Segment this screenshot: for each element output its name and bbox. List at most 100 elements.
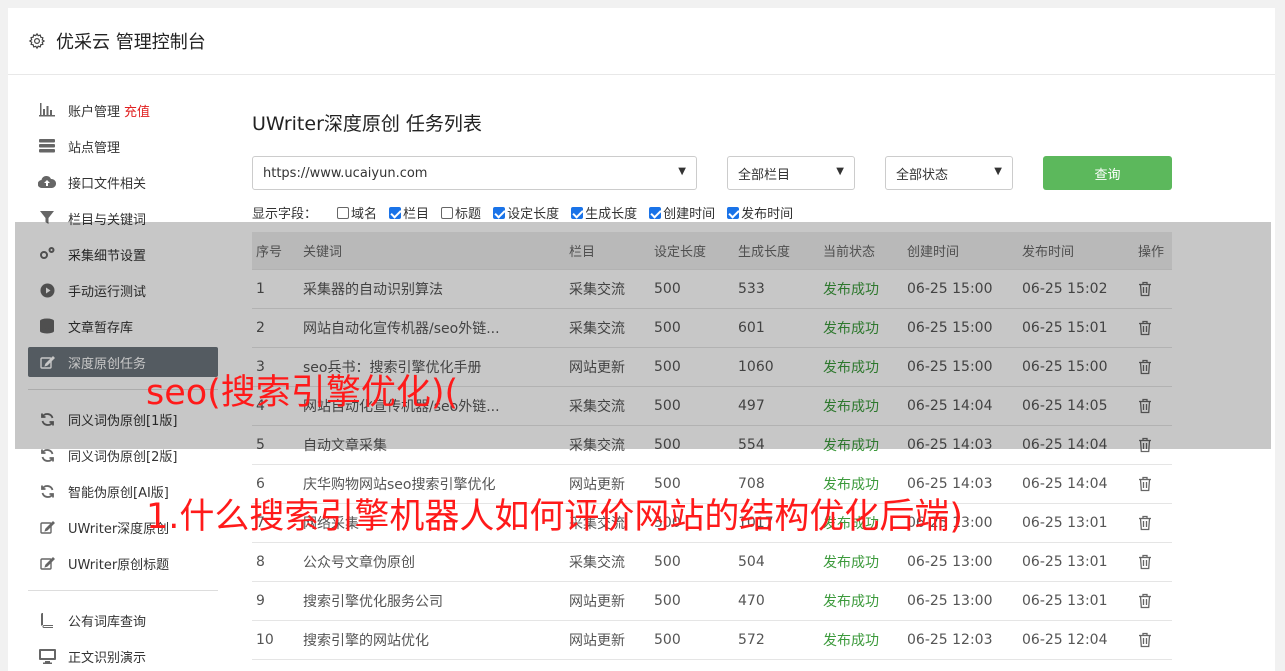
field-checkbox[interactable]: 生成长度 xyxy=(571,203,637,222)
trash-icon xyxy=(1138,632,1172,648)
server-icon xyxy=(38,138,56,154)
refresh-icon xyxy=(38,483,56,499)
display-fields-label: 显示字段： xyxy=(252,207,318,222)
table-cell: 06-25 13:00 xyxy=(907,554,993,570)
table-cell: 500 xyxy=(654,632,681,648)
chevron-down-icon: ▼ xyxy=(836,166,844,177)
display-fields: 显示字段： 域名 栏目 标题 设定长度 生成长度 创建时间 发布时间 xyxy=(252,203,805,222)
table-cell: 504 xyxy=(738,554,765,570)
sidebar-item[interactable]: 接口文件相关 xyxy=(28,167,218,197)
sidebar-item-label: UWriter原创标题 xyxy=(68,557,170,573)
table-cell: 06-25 13:00 xyxy=(907,593,993,609)
field-checkbox[interactable]: 域名 xyxy=(337,203,377,222)
monitor-icon xyxy=(38,648,56,664)
status-select[interactable]: 全部状态 ▼ xyxy=(885,156,1013,190)
bar-chart-icon xyxy=(38,102,56,118)
table-cell: 10 xyxy=(256,632,274,648)
table-cell: 网站更新 xyxy=(569,633,625,649)
checkbox-box[interactable] xyxy=(493,206,506,219)
column-select-value: 全部栏目 xyxy=(738,167,791,183)
field-checkbox-label: 创建时间 xyxy=(663,207,716,222)
trash-icon xyxy=(1138,554,1172,570)
table-cell: 采集交流 xyxy=(569,555,625,571)
edit-icon xyxy=(38,555,56,571)
page-title: UWriter深度原创 任务列表 xyxy=(252,113,482,135)
table-cell: 500 xyxy=(654,593,681,609)
sidebar-item[interactable]: 公有词库查询 xyxy=(28,605,218,635)
sidebar-item[interactable]: 账户管理 充值 xyxy=(28,95,218,125)
table-cell: 470 xyxy=(738,593,765,609)
sidebar-item-label: 账户管理 xyxy=(68,104,121,120)
site-select-value: https://www.ucaiyun.com xyxy=(263,165,428,181)
checkbox-box[interactable] xyxy=(389,206,402,219)
table-cell: 06-25 14:04 xyxy=(1022,476,1108,492)
sidebar-item[interactable]: 正文识别演示 xyxy=(28,641,218,671)
table-cell: 06-25 12:04 xyxy=(1022,632,1108,648)
field-checkbox-label: 设定长度 xyxy=(507,207,560,222)
table-cell: 发布成功 xyxy=(823,633,879,649)
sidebar-item[interactable]: 站点管理 xyxy=(28,131,218,161)
table-cell: 网站更新 xyxy=(569,594,625,610)
table-cell: 9 xyxy=(256,593,265,609)
delete-button[interactable] xyxy=(1138,593,1172,609)
table-row: 10 搜索引擎的网站优化 网站更新 500 572 发布成功 06-25 12:03 06-2… xyxy=(252,621,1172,660)
checkbox-box[interactable] xyxy=(571,206,584,219)
book-icon xyxy=(38,612,56,628)
sidebar-item-label: 正文识别演示 xyxy=(68,650,147,666)
checkbox-box[interactable] xyxy=(441,206,454,219)
status-select-value: 全部状态 xyxy=(896,167,949,183)
field-checkbox[interactable]: 栏目 xyxy=(389,203,429,222)
field-checkbox-label: 栏目 xyxy=(403,207,430,222)
table-cell: 发布成功 xyxy=(823,594,879,610)
table-cell: 公众号文章伪原创 xyxy=(303,555,415,571)
trash-icon xyxy=(1138,476,1172,492)
watermark-text: 1.什么搜索引擎机器人如何评价网站的结构优化后端) xyxy=(146,497,964,537)
field-checkbox[interactable]: 设定长度 xyxy=(493,203,559,222)
table-row: 9 搜索引擎优化服务公司 网站更新 500 470 发布成功 06-25 13:00 06-2… xyxy=(252,582,1172,621)
checkbox-box[interactable] xyxy=(337,206,350,219)
delete-button[interactable] xyxy=(1138,515,1172,531)
table-cell: 搜索引擎的网站优化 xyxy=(303,633,429,649)
trash-icon xyxy=(1138,593,1172,609)
sidebar-divider xyxy=(28,590,218,591)
table-cell: 发布成功 xyxy=(823,555,879,571)
field-checkbox[interactable]: 创建时间 xyxy=(649,203,715,222)
sidebar-item-label: 接口文件相关 xyxy=(68,176,147,192)
field-checkbox-label: 发布时间 xyxy=(741,207,794,222)
delete-button[interactable] xyxy=(1138,476,1172,492)
table-cell: 06-25 12:03 xyxy=(907,632,993,648)
checkbox-box[interactable] xyxy=(727,206,740,219)
field-checkbox[interactable]: 发布时间 xyxy=(727,203,793,222)
table-cell: 572 xyxy=(738,632,765,648)
gear-icon xyxy=(28,32,46,50)
edit-icon xyxy=(38,519,56,535)
table-cell: 500 xyxy=(654,554,681,570)
sidebar-item-label: 站点管理 xyxy=(68,140,121,156)
cloud-upload-icon xyxy=(38,174,56,190)
table-cell: 06-25 13:01 xyxy=(1022,554,1108,570)
app-title: 优采云 管理控制台 xyxy=(56,32,206,53)
sidebar-item[interactable]: UWriter原创标题 xyxy=(28,548,218,578)
table-cell: 06-25 13:01 xyxy=(1022,593,1108,609)
field-checkbox-label: 域名 xyxy=(351,207,378,222)
field-checkbox-label: 标题 xyxy=(455,207,482,222)
query-button[interactable]: 查询 xyxy=(1043,156,1172,190)
chevron-down-icon: ▼ xyxy=(678,166,686,177)
checkbox-box[interactable] xyxy=(649,206,662,219)
trash-icon xyxy=(1138,515,1172,531)
field-checkbox[interactable]: 标题 xyxy=(441,203,481,222)
watermark-text: seo(搜索引擎优化)( xyxy=(146,373,459,413)
table-cell: 8 xyxy=(256,554,265,570)
table-cell: 06-25 13:01 xyxy=(1022,515,1108,531)
column-select[interactable]: 全部栏目 ▼ xyxy=(727,156,855,190)
field-checkbox-label: 生成长度 xyxy=(585,207,638,222)
site-select[interactable]: https://www.ucaiyun.com ▼ xyxy=(252,156,697,190)
delete-button[interactable] xyxy=(1138,554,1172,570)
table-cell: 搜索引擎优化服务公司 xyxy=(303,594,443,610)
delete-button[interactable] xyxy=(1138,632,1172,648)
chevron-down-icon: ▼ xyxy=(994,166,1002,177)
sidebar-item-label: 公有词库查询 xyxy=(68,614,147,630)
recharge-link[interactable]: 充值 xyxy=(124,101,150,120)
refresh-icon xyxy=(38,447,56,463)
table-row: 8 公众号文章伪原创 采集交流 500 504 发布成功 06-25 13:00 06-25 … xyxy=(252,543,1172,582)
